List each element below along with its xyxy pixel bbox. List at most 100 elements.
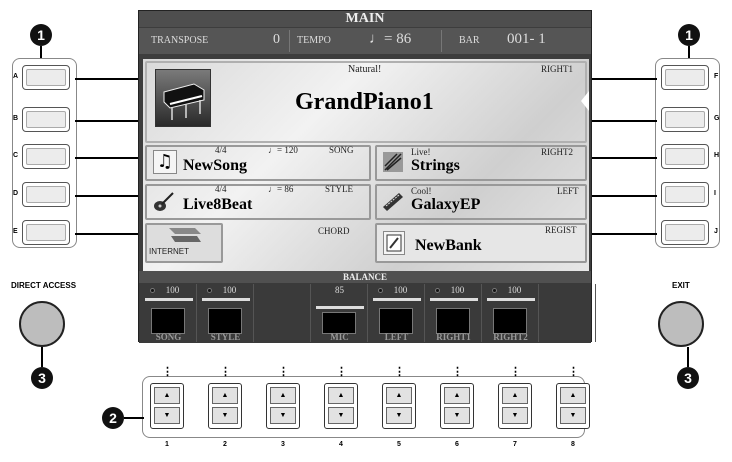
channel-volume-value: 85 (335, 285, 344, 295)
callout-3-right: 3 (677, 367, 699, 389)
screen-button-g[interactable] (661, 107, 709, 132)
down-arrow-button[interactable]: ▼ (444, 407, 470, 424)
style-name: Live8Beat (183, 196, 253, 213)
screen-button-b[interactable] (22, 107, 70, 132)
up-arrow-button[interactable]: ▲ (212, 387, 238, 404)
channel-volume-value: 100 (222, 285, 237, 295)
up-arrow-button[interactable]: ▲ (154, 387, 180, 404)
screen-button-h[interactable] (661, 144, 709, 169)
exit-button[interactable] (658, 301, 704, 347)
button-number-label: 6 (455, 441, 459, 448)
direct-access-button[interactable] (19, 301, 65, 347)
right2-part-label: RIGHT2 (541, 147, 573, 157)
electric-piano-icon (381, 191, 405, 213)
main-display-area: Natural! RIGHT1 GrandPiano1 ♫ 4/4 ♩= 120… (143, 59, 589, 271)
up-down-button-pair: ▲ ▼ (498, 383, 532, 429)
screen-button-a[interactable] (22, 65, 70, 90)
channel-level-line (430, 298, 478, 301)
vertical-dots-icon: ⋮ (162, 366, 173, 378)
grand-piano-icon (155, 69, 211, 127)
right2-voice-tag: Live! (411, 147, 431, 157)
leader-line-a (75, 78, 140, 80)
direct-access-label: DIRECT ACCESS (11, 281, 77, 290)
down-arrow-button[interactable]: ▼ (212, 407, 238, 424)
screen-button-f[interactable] (661, 65, 709, 90)
up-arrow-button[interactable]: ▲ (270, 387, 296, 404)
button-number-label: 8 (571, 441, 575, 448)
down-arrow-button[interactable]: ▼ (328, 407, 354, 424)
up-arrow-button[interactable]: ▲ (560, 387, 586, 404)
button-letter-e: E (13, 228, 18, 235)
button-letter-b: B (13, 115, 19, 122)
balance-channel[interactable]: 85 MIC (312, 284, 368, 342)
button-letter-c: C (13, 152, 19, 159)
registration-icon (383, 231, 405, 255)
balance-channel[interactable]: 100 STYLE (198, 284, 254, 342)
channel-level-line (316, 305, 364, 309)
voice-selector-arrow (581, 91, 589, 111)
regist-bank-name: NewBank (415, 237, 482, 254)
screen-button-j[interactable] (661, 220, 709, 245)
callout-1-left: 1 (30, 24, 52, 46)
screen-button-c[interactable] (22, 144, 70, 169)
song-tempo: ♩= 120 (268, 145, 298, 155)
channel-label: STYLE (210, 332, 241, 342)
down-arrow-button[interactable]: ▼ (270, 407, 296, 424)
up-down-button-pair: ▲ ▼ (208, 383, 242, 429)
transpose-value: 0 (273, 32, 280, 47)
left-voice-panel[interactable] (375, 184, 587, 220)
screen-button-e[interactable] (22, 220, 70, 245)
up-arrow-button[interactable]: ▲ (328, 387, 354, 404)
channel-volume-value: 100 (393, 285, 408, 295)
status-bar: TRANSPOSE 0 TEMPO ♩= 86 BAR 001- 1 (139, 28, 591, 54)
button-number-label: 5 (397, 441, 401, 448)
guitar-icon (153, 191, 175, 213)
vertical-dots-icon: ⋮ (220, 366, 231, 378)
channel-level-line (145, 298, 193, 301)
button-letter-h: H (714, 152, 720, 159)
leader-line-e (75, 233, 140, 235)
button-letter-a: A (13, 73, 19, 80)
button-number-label: 2 (223, 441, 227, 448)
up-arrow-button[interactable]: ▲ (444, 387, 470, 404)
vertical-dots-icon: ⋮ (510, 366, 521, 378)
channel-fader-box (379, 308, 413, 334)
vertical-dots-icon: ⋮ (278, 366, 289, 378)
button-letter-i: I (714, 190, 716, 197)
chord-label: CHORD (318, 226, 350, 236)
down-arrow-button[interactable]: ▼ (502, 407, 528, 424)
leader-line-g (592, 120, 657, 122)
style-meter: 4/4 (215, 184, 227, 194)
down-arrow-button[interactable]: ▼ (154, 407, 180, 424)
balance-channel[interactable]: 100 RIGHT2 (483, 284, 539, 342)
channel-volume-value: 100 (165, 285, 180, 295)
channel-level-line (487, 298, 535, 301)
leader-line-b (75, 120, 140, 122)
callout-2: 2 (102, 407, 124, 429)
right1-voice-name: GrandPiano1 (295, 89, 434, 115)
left-part-label: LEFT (557, 186, 579, 196)
balance-channel[interactable]: 100 LEFT (369, 284, 425, 342)
up-down-button-pair: ▲ ▼ (324, 383, 358, 429)
down-arrow-button[interactable]: ▼ (386, 407, 412, 424)
strings-icon (381, 150, 405, 174)
up-down-button-pair: ▲ ▼ (440, 383, 474, 429)
transpose-label: TRANSPOSE (151, 35, 209, 46)
button-letter-d: D (13, 190, 19, 197)
right1-voice-tag: Natural! (348, 64, 382, 75)
exit-label: EXIT (672, 281, 690, 290)
leader-line-i (592, 195, 657, 197)
channel-fader-box (493, 308, 527, 334)
channel-volume-value: 100 (450, 285, 465, 295)
status-separator (289, 30, 290, 52)
up-arrow-button[interactable]: ▲ (502, 387, 528, 404)
screen-button-d[interactable] (22, 182, 70, 207)
balance-channel[interactable]: 100 SONG (141, 284, 197, 342)
balance-channel[interactable]: 100 RIGHT1 (426, 284, 482, 342)
button-number-label: 3 (281, 441, 285, 448)
up-arrow-button[interactable]: ▲ (386, 387, 412, 404)
channel-label: RIGHT1 (436, 332, 471, 342)
vertical-dots-icon: ⋮ (336, 366, 347, 378)
down-arrow-button[interactable]: ▼ (560, 407, 586, 424)
screen-button-i[interactable] (661, 182, 709, 207)
